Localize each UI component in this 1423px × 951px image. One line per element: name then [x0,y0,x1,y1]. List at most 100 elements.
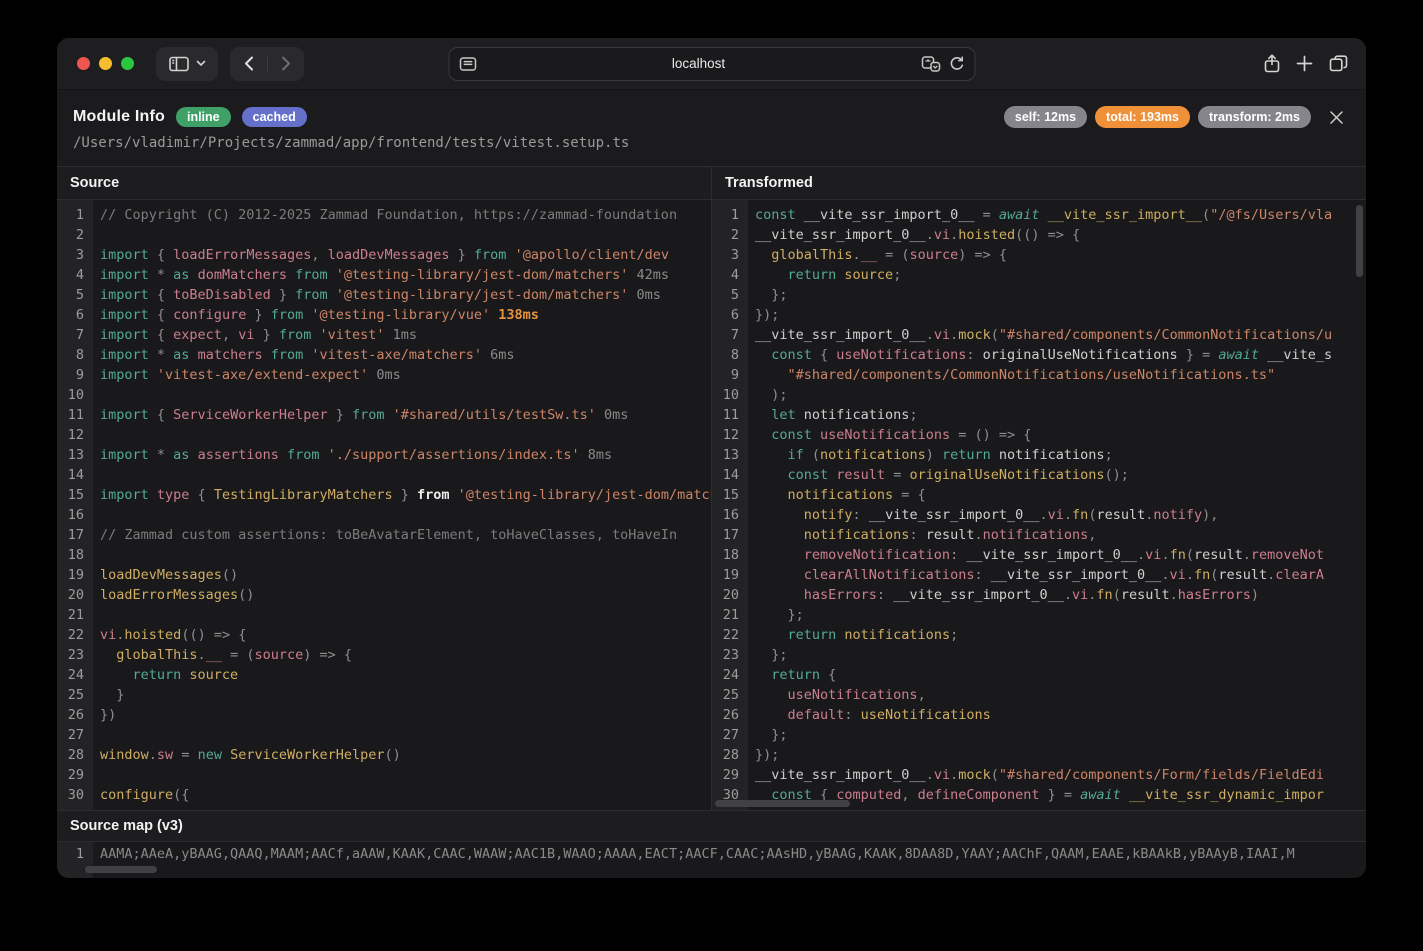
code-line: 16 notify: __vite_ssr_import_0__.vi.fn(r… [712,505,1366,525]
line-number: 20 [712,585,748,605]
code-line: 8 const { useNotifications: originalUseN… [712,345,1366,365]
line-number: 2 [57,225,93,245]
line-number: 5 [712,285,748,305]
line-number: 11 [712,405,748,425]
code-line: 7__vite_ssr_import_0__.vi.mock("#shared/… [712,325,1366,345]
code-line: 1const __vite_ssr_import_0__ = await __v… [712,205,1366,225]
line-number: 27 [712,725,748,745]
forward-button[interactable] [268,47,304,81]
horizontal-scrollbar[interactable] [715,800,850,807]
zoom-window-button[interactable] [121,57,134,70]
code-line: 2 [57,225,711,245]
code-line: 7import { expect, vi } from 'vitest' 1ms [57,325,711,345]
nav-buttons [230,47,304,81]
code-line: 6}); [712,305,1366,325]
line-number: 12 [57,425,93,445]
source-panel-title: Source [57,167,711,200]
line-number: 4 [57,265,93,285]
line-number: 10 [712,385,748,405]
line-number: 8 [712,345,748,365]
line-number: 23 [712,645,748,665]
reload-button[interactable] [949,56,964,72]
code-line: 4 return source; [712,265,1366,285]
line-number: 15 [712,485,748,505]
code-line: 25 useNotifications, [712,685,1366,705]
back-button[interactable] [231,47,267,81]
code-line: 20loadErrorMessages() [57,585,711,605]
sidebar-icon [169,56,189,72]
line-number: 6 [57,305,93,325]
line-number: 29 [57,765,93,785]
line-number: 1 [57,844,93,864]
transformed-panel: Transformed 1const __vite_ssr_import_0__… [711,167,1366,810]
file-path: /Users/vladimir/Projects/zammad/app/fron… [73,135,1350,151]
code-line: 5 }; [712,285,1366,305]
code-line: 23 globalThis.__ = (source) => { [57,645,711,665]
transform-time-badge: transform: 2ms [1198,106,1311,128]
line-number: 22 [57,625,93,645]
horizontal-scrollbar[interactable] [85,866,157,873]
source-map-title: Source map (v3) [57,811,1366,841]
code-line: 4import * as domMatchers from '@testing-… [57,265,711,285]
new-tab-button[interactable] [1296,55,1313,72]
page-format-icon[interactable] [459,57,476,71]
line-number: 23 [57,645,93,665]
line-number: 5 [57,285,93,305]
line-number: 24 [712,665,748,685]
close-window-button[interactable] [77,57,90,70]
line-number: 19 [712,565,748,585]
line-number: 26 [57,705,93,725]
line-number: 8 [57,345,93,365]
source-panel: Source 1// Copyright (C) 2012-2025 Zamma… [57,167,711,810]
code-line: 13import * as assertions from './support… [57,445,711,465]
line-number: 7 [57,325,93,345]
code-line: 16 [57,505,711,525]
line-number: 14 [57,465,93,485]
line-number: 24 [57,665,93,685]
close-icon[interactable] [1329,110,1344,125]
line-number: 9 [712,365,748,385]
code-line: 13 if (notifications) return notificatio… [712,445,1366,465]
code-line: 21 [57,605,711,625]
code-line: 22 return notifications; [712,625,1366,645]
module-info-header: Module Info inline cached self: 12ms tot… [57,90,1366,166]
line-number: 10 [57,385,93,405]
code-line: 5import { toBeDisabled } from '@testing-… [57,285,711,305]
inline-badge: inline [176,107,231,127]
code-line: 12 [57,425,711,445]
url-text: localhost [476,56,921,71]
chevron-down-icon [196,60,206,67]
code-line: 9 "#shared/components/CommonNotification… [712,365,1366,385]
sidebar-toggle-button[interactable] [156,47,218,81]
code-line: 9import 'vitest-axe/extend-expect' 0ms [57,365,711,385]
line-number: 11 [57,405,93,425]
code-line: 24 return { [712,665,1366,685]
address-bar[interactable]: localhost [448,47,975,81]
code-line: 17// Zammad custom assertions: toBeAvata… [57,525,711,545]
line-number: 18 [712,545,748,565]
translate-icon[interactable] [921,56,940,72]
code-line: 15import type { TestingLibraryMatchers }… [57,485,711,505]
line-number: 28 [57,745,93,765]
share-button[interactable] [1264,54,1280,73]
line-number: 3 [712,245,748,265]
total-time-badge: total: 193ms [1095,106,1190,128]
minimize-window-button[interactable] [99,57,112,70]
line-number: 26 [712,705,748,725]
code-line: 6import { configure } from '@testing-lib… [57,305,711,325]
vertical-scrollbar[interactable] [1356,205,1363,277]
line-number: 21 [57,605,93,625]
code-line: 27 }; [712,725,1366,745]
source-map-section: Source map (v3) 1 AAMA;AAeA,yBAAG,QAAQ,M… [57,810,1366,877]
line-number: 7 [712,325,748,345]
code-line: 11import { ServiceWorkerHelper } from '#… [57,405,711,425]
line-number: 30 [57,785,93,805]
line-number: 1 [712,205,748,225]
line-number: 17 [57,525,93,545]
code-line: 3import { loadErrorMessages, loadDevMess… [57,245,711,265]
tab-overview-button[interactable] [1329,55,1348,72]
line-number: 2 [712,225,748,245]
code-line: 18 [57,545,711,565]
toolbar-right-buttons [1264,54,1348,73]
line-number: 6 [712,305,748,325]
